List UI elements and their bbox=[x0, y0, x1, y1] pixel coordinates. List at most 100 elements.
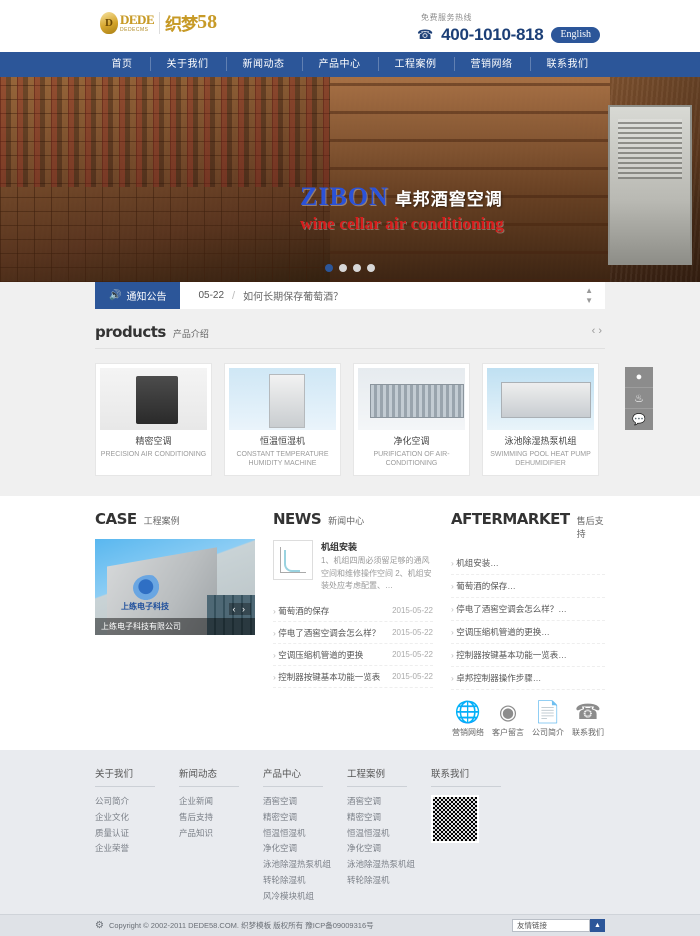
aftermarket-list-item[interactable]: 控制器按键基本功能一览表… bbox=[451, 644, 605, 668]
news-feature-title[interactable]: 机组安装 bbox=[321, 540, 433, 553]
footer-link[interactable]: 精密空调 bbox=[263, 810, 347, 826]
aftermarket-list-item[interactable]: 机组安装… bbox=[451, 552, 605, 576]
qq-icon[interactable]: ● bbox=[625, 367, 653, 388]
footer-link[interactable]: 泳池除湿热泵机组 bbox=[263, 857, 347, 873]
banner-bottles-image bbox=[0, 77, 330, 187]
footer-link[interactable]: 酒窖空调 bbox=[347, 794, 431, 810]
products-carousel-arrows[interactable]: ‹› bbox=[592, 325, 605, 337]
footer-link[interactable]: 企业文化 bbox=[95, 810, 179, 826]
news-list-item[interactable]: 控制器按键基本功能一览表 2015-05-22 bbox=[273, 666, 433, 689]
product-card[interactable]: 泳池除湿热泵机组 SWIMMING POOL HEAT PUMP DEHUMID… bbox=[482, 363, 599, 477]
main-navigation: 首页 关于我们 新闻动态 产品中心 工程案例 营销网络 联系我们 bbox=[0, 52, 700, 77]
banner-dot-1[interactable] bbox=[325, 264, 333, 272]
products-divider bbox=[95, 348, 605, 349]
footer-link[interactable]: 公司简介 bbox=[95, 794, 179, 810]
case-carousel-arrows[interactable]: ‹ › bbox=[228, 603, 251, 616]
footer-link[interactable]: 企业荣誉 bbox=[95, 841, 179, 857]
banner-dot-4[interactable] bbox=[367, 264, 375, 272]
nav-item-products[interactable]: 产品中心 bbox=[301, 52, 378, 77]
news-list-item[interactable]: 葡萄酒的保存 2015-05-22 bbox=[273, 600, 433, 623]
footer-link[interactable]: 企业新闻 bbox=[179, 794, 263, 810]
footer-link[interactable]: 净化空调 bbox=[347, 841, 431, 857]
footer-link[interactable]: 酒窖空调 bbox=[263, 794, 347, 810]
copyright-bar: ⚙ Copyright © 2002-2011 DEDE58.COM. 织梦模板… bbox=[0, 914, 700, 936]
nav-item-about[interactable]: 关于我们 bbox=[149, 52, 226, 77]
footer-column-title: 产品中心 bbox=[263, 766, 323, 788]
footer-link-list: 酒窖空调 精密空调 恒温恒湿机 净化空调 泳池除湿热泵机组 转轮除湿机 bbox=[347, 794, 431, 888]
quick-link-message[interactable]: ◉ 客户留言 bbox=[491, 702, 525, 738]
chevron-up-icon[interactable]: ▲ bbox=[585, 286, 593, 295]
product-name-cn: 净化空调 bbox=[393, 436, 430, 446]
news-list-item[interactable]: 停电了酒窖空调会怎么样？ 2015-05-22 bbox=[273, 622, 433, 645]
news-thumbnail bbox=[273, 540, 313, 581]
logo-number-text: 58 bbox=[197, 11, 218, 33]
banner-dot-2[interactable] bbox=[339, 264, 347, 272]
copyright-text: Copyright © 2002-2011 DEDE58.COM. 织梦模板 版… bbox=[108, 921, 374, 931]
footer-column-about: 关于我们 公司简介 企业文化 质量认证 企业荣誉 bbox=[95, 766, 179, 904]
news-item-title[interactable]: 空调压缩机管道的更换 bbox=[273, 649, 363, 661]
news-item-date: 2015-05-22 bbox=[392, 628, 433, 638]
wechat-icon[interactable]: ♨ bbox=[625, 388, 653, 409]
footer-link[interactable]: 质量认证 bbox=[95, 826, 179, 842]
footer-column-title: 工程案例 bbox=[347, 766, 407, 788]
aftermarket-list-item[interactable]: 卓邦控制器操作步骤… bbox=[451, 667, 605, 691]
footer-link[interactable]: 售后支持 bbox=[179, 810, 263, 826]
product-image bbox=[487, 368, 594, 430]
footer-link[interactable]: 产品知识 bbox=[179, 826, 263, 842]
footer-link[interactable]: 恒温恒湿机 bbox=[347, 826, 431, 842]
nav-item-network[interactable]: 营销网络 bbox=[453, 52, 530, 77]
product-image bbox=[100, 368, 207, 430]
quick-link-contact[interactable]: ☎ 联系我们 bbox=[571, 702, 605, 738]
footer-link[interactable]: 泳池除湿热泵机组 bbox=[347, 857, 431, 873]
friendly-links-select[interactable]: 友情链接 bbox=[512, 919, 590, 933]
quick-link-label: 联系我们 bbox=[572, 728, 604, 738]
message-icon[interactable]: 💬 bbox=[625, 409, 653, 430]
nav-item-cases[interactable]: 工程案例 bbox=[377, 52, 454, 77]
news-list-item[interactable]: 空调压缩机管道的更换 2015-05-22 bbox=[273, 644, 433, 667]
footer-link-list: 公司简介 企业文化 质量认证 企业荣誉 bbox=[95, 794, 179, 857]
nav-item-contact[interactable]: 联系我们 bbox=[529, 52, 606, 77]
aftermarket-title-en: AFTERMARKET bbox=[451, 510, 570, 529]
footer-link[interactable]: 转轮除湿机 bbox=[347, 873, 431, 889]
banner-dot-3[interactable] bbox=[353, 264, 361, 272]
news-item-title[interactable]: 控制器按键基本功能一览表 bbox=[273, 671, 380, 683]
hero-banner: ZIBON 卓邦酒窖空调 wine cellar air conditionin… bbox=[0, 77, 700, 282]
product-card[interactable]: 恒温恒湿机 CONSTANT TEMPERATURE HUMIDITY MACH… bbox=[224, 363, 341, 477]
notice-text[interactable]: 如何长期保存葡萄酒？ bbox=[243, 288, 343, 303]
document-icon: 📄 bbox=[534, 701, 562, 725]
quick-link-about[interactable]: 📄 公司简介 bbox=[531, 702, 565, 738]
aftermarket-list-item[interactable]: 停电了酒窖空调会怎么样？… bbox=[451, 598, 605, 622]
case-header: CASE 工程案例 bbox=[95, 510, 255, 535]
language-switch-button[interactable]: English bbox=[551, 27, 600, 43]
product-name-en: PRECISION AIR CONDITIONING bbox=[100, 451, 207, 458]
news-feature[interactable]: 机组安装 1、机组四周必须留足够的通风空间和维修操作空间 2、机组安装处应考虑配… bbox=[273, 540, 433, 592]
news-list: 葡萄酒的保存 2015-05-22 停电了酒窖空调会怎么样？ 2015-05-2… bbox=[273, 600, 433, 689]
aftermarket-list-item[interactable]: 空调压缩机管道的更换… bbox=[451, 621, 605, 645]
notice-scroll-arrows[interactable]: ▲ ▼ bbox=[585, 282, 605, 309]
footer-link[interactable]: 精密空调 bbox=[347, 810, 431, 826]
middle-grid: CASE 工程案例 上练电子科技 ‹ › 上练电子科技有限公司 NEWS 新闻中… bbox=[95, 510, 605, 738]
nav-item-news[interactable]: 新闻动态 bbox=[225, 52, 302, 77]
next-arrow-icon[interactable]: › bbox=[598, 325, 605, 337]
friendly-links-go-button[interactable]: ▲ bbox=[590, 919, 605, 933]
product-image bbox=[229, 368, 336, 430]
footer-link[interactable]: 净化空调 bbox=[263, 841, 347, 857]
product-name-cn: 恒温恒湿机 bbox=[259, 436, 305, 446]
product-card[interactable]: 精密空调 PRECISION AIR CONDITIONING bbox=[95, 363, 212, 477]
news-item-title[interactable]: 葡萄酒的保存 bbox=[273, 605, 329, 617]
quick-link-network[interactable]: 🌐 营销网络 bbox=[451, 702, 485, 738]
aftermarket-column: AFTERMARKET 售后支持 机组安装… 葡萄酒的保存… 停电了酒窖空调会怎… bbox=[451, 510, 605, 738]
footer-link[interactable]: 风冷模块机组 bbox=[263, 889, 347, 905]
qr-code-image bbox=[433, 797, 477, 842]
site-logo[interactable]: D DEDE DEDECMS 织梦 58 bbox=[100, 10, 217, 35]
notice-body[interactable]: 05-22 / 如何长期保存葡萄酒？ bbox=[180, 282, 585, 309]
case-image[interactable]: 上练电子科技 ‹ › 上练电子科技有限公司 bbox=[95, 539, 255, 636]
aftermarket-list-item[interactable]: 葡萄酒的保存… bbox=[451, 575, 605, 599]
footer-link[interactable]: 转轮除湿机 bbox=[263, 873, 347, 889]
footer-link[interactable]: 恒温恒湿机 bbox=[263, 826, 347, 842]
nav-item-home[interactable]: 首页 bbox=[95, 52, 150, 77]
product-card[interactable]: 净化空调 PURIFICATION OF AIR-CONDITIONING bbox=[353, 363, 470, 477]
news-item-title[interactable]: 停电了酒窖空调会怎么样？ bbox=[273, 627, 380, 639]
chevron-down-icon[interactable]: ▼ bbox=[585, 296, 593, 305]
logo-dede-main: DEDE bbox=[120, 11, 155, 27]
